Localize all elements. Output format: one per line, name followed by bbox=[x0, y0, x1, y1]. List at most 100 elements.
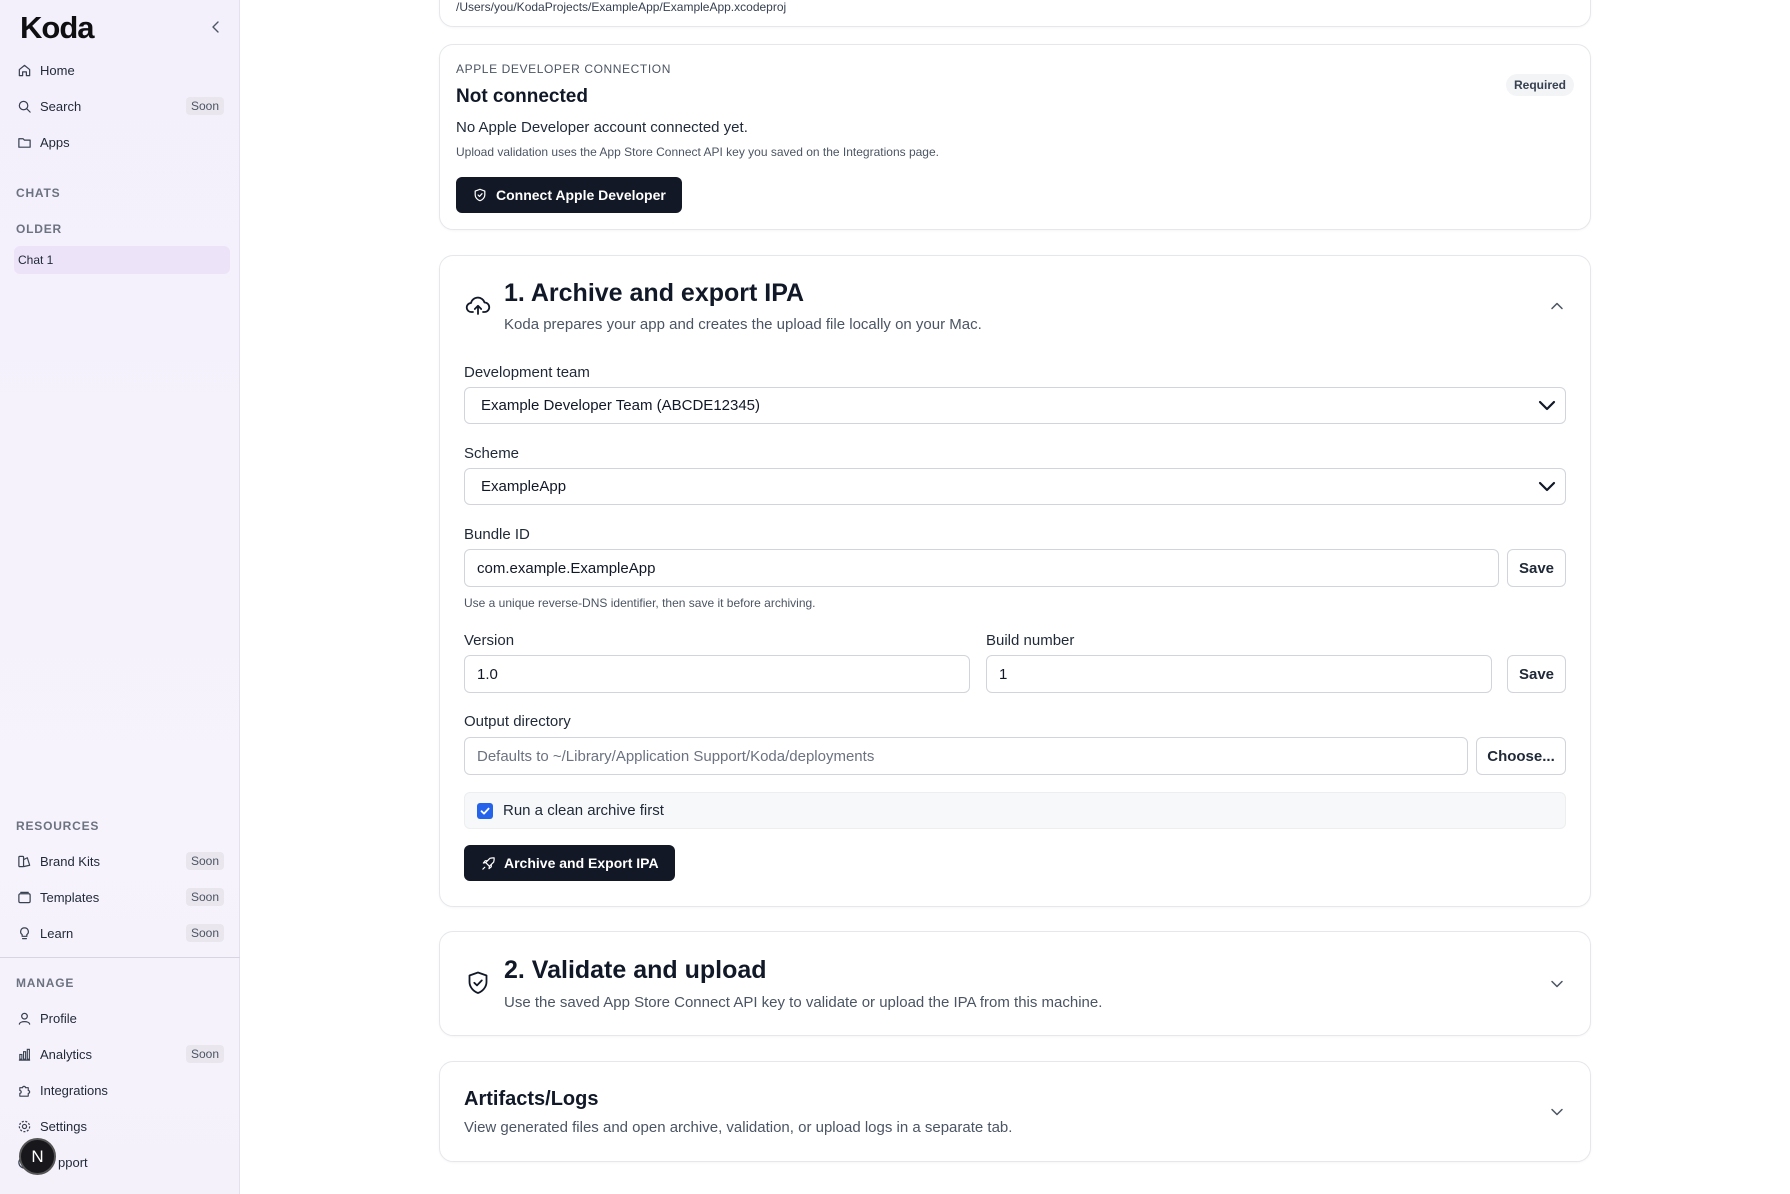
archive-export-card: 1. Archive and export IPA Koda prepares … bbox=[439, 255, 1591, 907]
version-input[interactable]: 1.0 bbox=[464, 655, 970, 693]
clean-archive-checkbox[interactable] bbox=[477, 802, 493, 819]
output-directory-label: Output directory bbox=[464, 713, 571, 730]
choose-directory-button[interactable]: Choose... bbox=[1476, 737, 1566, 775]
gear-icon bbox=[16, 1118, 32, 1134]
clean-archive-option[interactable]: Run a clean archive first bbox=[464, 792, 1566, 829]
chat-item-1[interactable]: Chat 1 bbox=[14, 246, 230, 274]
validate-step-subtitle: Use the saved App Store Connect API key … bbox=[504, 994, 1103, 1011]
artifacts-logs-card[interactable]: Artifacts/Logs View generated files and … bbox=[439, 1061, 1591, 1162]
validate-upload-card[interactable]: 2. Validate and upload Use the saved App… bbox=[439, 931, 1591, 1036]
soon-badge: Soon bbox=[185, 852, 224, 870]
button-label: Archive and Export IPA bbox=[504, 855, 659, 871]
version-label: Version bbox=[464, 632, 515, 649]
nav-label: Apps bbox=[40, 134, 70, 150]
collapse-archive-button[interactable] bbox=[1548, 297, 1566, 315]
save-version-button[interactable]: Save bbox=[1507, 655, 1566, 693]
chevron-left-icon bbox=[212, 21, 219, 33]
chevron-down-icon bbox=[1538, 400, 1556, 411]
connection-note: Upload validation uses the App Store Con… bbox=[456, 145, 939, 159]
archive-step-title: 1. Archive and export IPA bbox=[504, 279, 805, 307]
button-label: Save bbox=[1518, 665, 1555, 683]
scheme-select[interactable]: ExampleApp bbox=[464, 468, 1566, 505]
expand-artifacts-button[interactable] bbox=[1548, 1103, 1566, 1121]
soon-badge: Soon bbox=[185, 97, 224, 115]
archive-export-button[interactable]: Archive and Export IPA bbox=[464, 845, 675, 881]
nav-learn[interactable]: Learn Soon bbox=[16, 919, 224, 947]
shield-check-icon bbox=[464, 969, 492, 997]
artifacts-title: Artifacts/Logs bbox=[464, 1088, 599, 1110]
nav-label: Brand Kits bbox=[40, 853, 100, 869]
apple-developer-card: APPLE DEVELOPER CONNECTION Not connected… bbox=[439, 44, 1591, 230]
scheme-label: Scheme bbox=[464, 445, 520, 462]
nav-apps[interactable]: Apps bbox=[16, 128, 224, 156]
brand-kits-icon bbox=[16, 853, 32, 869]
avatar[interactable]: N bbox=[19, 1138, 56, 1175]
nav-home[interactable]: Home bbox=[16, 56, 224, 84]
chevron-down-icon bbox=[1551, 1108, 1563, 1116]
button-label: Choose... bbox=[1487, 747, 1555, 765]
nav-analytics[interactable]: Analytics Soon bbox=[16, 1040, 224, 1068]
koda-logo[interactable]: Koda bbox=[20, 10, 94, 46]
nav-label: Home bbox=[40, 62, 75, 78]
nav-label: Integrations bbox=[40, 1082, 108, 1098]
nav-profile[interactable]: Profile bbox=[16, 1004, 224, 1032]
nav-label: Search bbox=[40, 98, 82, 114]
nav-integrations[interactable]: Integrations bbox=[16, 1076, 224, 1104]
project-path: /Users/you/KodaProjects/ExampleApp/Examp… bbox=[456, 0, 787, 14]
soon-badge: Soon bbox=[185, 924, 224, 942]
output-directory-placeholder: Defaults to ~/Library/Application Suppor… bbox=[477, 747, 875, 765]
save-bundle-id-button[interactable]: Save bbox=[1507, 549, 1566, 587]
chat-label: Chat 1 bbox=[18, 253, 54, 267]
main-content: /Users/you/KodaProjects/ExampleApp/Examp… bbox=[241, 0, 1790, 1194]
user-icon bbox=[16, 1010, 32, 1026]
apple-connection-eyebrow: APPLE DEVELOPER CONNECTION bbox=[456, 62, 671, 76]
chats-section-label: CHATS bbox=[16, 186, 61, 200]
nav-search[interactable]: Search Soon bbox=[16, 92, 224, 120]
chevron-up-icon bbox=[1551, 302, 1563, 310]
chevron-down-icon bbox=[1551, 980, 1563, 988]
nav-label: Profile bbox=[40, 1010, 77, 1026]
nav-brand-kits[interactable]: Brand Kits Soon bbox=[16, 847, 224, 875]
bar-chart-icon bbox=[16, 1046, 32, 1062]
clean-archive-label: Run a clean archive first bbox=[503, 802, 664, 819]
sidebar-divider bbox=[0, 957, 240, 958]
artifacts-subtitle: View generated files and open archive, v… bbox=[464, 1119, 1013, 1136]
nav-label: Learn bbox=[40, 925, 74, 941]
version-value: 1.0 bbox=[477, 665, 498, 683]
bundle-id-value: com.example.ExampleApp bbox=[477, 559, 656, 577]
nav-label: pport bbox=[58, 1154, 88, 1170]
nav-label: Templates bbox=[40, 889, 100, 905]
collapse-sidebar-button[interactable] bbox=[205, 16, 227, 38]
shield-icon bbox=[472, 187, 488, 203]
development-team-value: Example Developer Team (ABCDE12345) bbox=[481, 397, 761, 414]
nav-label: Analytics bbox=[40, 1046, 93, 1062]
project-path-card: /Users/you/KodaProjects/ExampleApp/Examp… bbox=[439, 0, 1591, 27]
puzzle-icon bbox=[16, 1082, 32, 1098]
soon-badge: Soon bbox=[185, 888, 224, 906]
development-team-label: Development team bbox=[464, 364, 590, 381]
connection-description: No Apple Developer account connected yet… bbox=[456, 119, 748, 136]
nav-settings[interactable]: Settings bbox=[16, 1112, 224, 1140]
connect-apple-developer-button[interactable]: Connect Apple Developer bbox=[456, 177, 682, 213]
nav-templates[interactable]: Templates Soon bbox=[16, 883, 224, 911]
templates-icon bbox=[16, 889, 32, 905]
connection-status-title: Not connected bbox=[456, 86, 588, 107]
scheme-value: ExampleApp bbox=[481, 478, 567, 495]
search-icon bbox=[16, 98, 32, 114]
older-section-label: OLDER bbox=[16, 222, 62, 236]
validate-step-title: 2. Validate and upload bbox=[504, 956, 767, 984]
lightbulb-icon bbox=[16, 925, 32, 941]
cloud-upload-icon bbox=[464, 292, 492, 320]
home-icon bbox=[16, 62, 32, 78]
development-team-select[interactable]: Example Developer Team (ABCDE12345) bbox=[464, 387, 1566, 424]
chevron-down-icon bbox=[1538, 481, 1556, 492]
output-directory-input[interactable]: Defaults to ~/Library/Application Suppor… bbox=[464, 737, 1468, 775]
bundle-id-input[interactable]: com.example.ExampleApp bbox=[464, 549, 1499, 587]
bundle-id-label: Bundle ID bbox=[464, 526, 530, 543]
archive-step-subtitle: Koda prepares your app and creates the u… bbox=[504, 316, 982, 333]
manage-section-label: MANAGE bbox=[16, 976, 75, 990]
nav-label: Settings bbox=[40, 1118, 87, 1134]
build-number-input[interactable]: 1 bbox=[986, 655, 1492, 693]
soon-badge: Soon bbox=[185, 1045, 224, 1063]
expand-validate-button[interactable] bbox=[1548, 975, 1566, 993]
